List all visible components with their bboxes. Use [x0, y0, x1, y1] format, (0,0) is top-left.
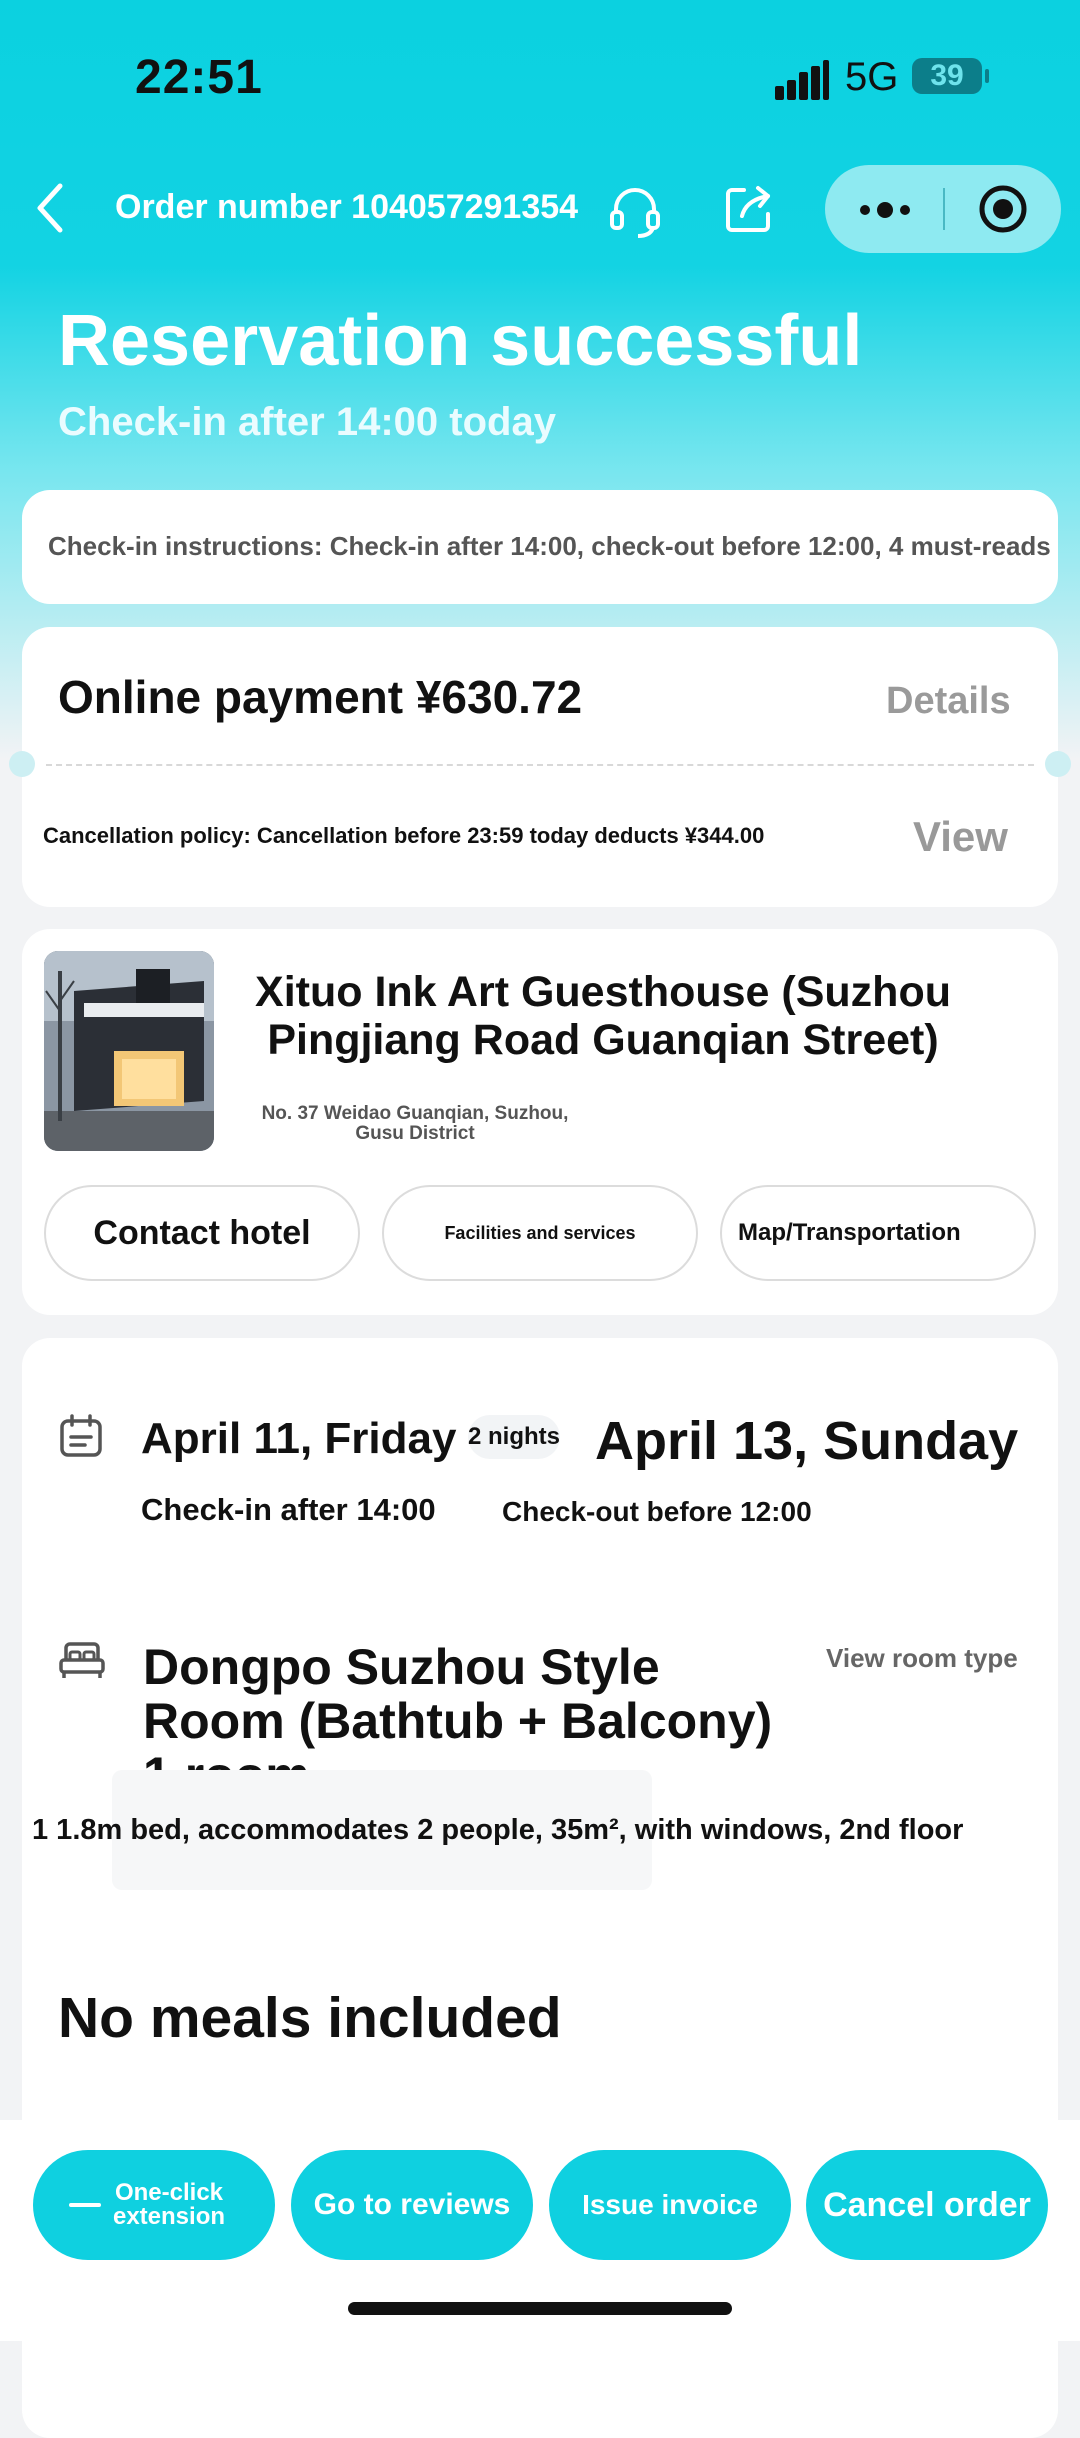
cancel-order-button[interactable]: Cancel order [806, 2150, 1048, 2260]
signal-icon [775, 60, 829, 100]
capsule-divider [943, 188, 945, 230]
hotel-name[interactable]: Xituo Ink Art Guesthouse (Suzhou Pingjia… [238, 968, 968, 1064]
checkin-time: Check-in after 14:00 [141, 1492, 436, 1527]
go-to-reviews-button[interactable]: Go to reviews [291, 2150, 533, 2260]
checkin-instructions-text: Check-in instructions: Check-in after 14… [48, 531, 1051, 561]
card-notch-left [9, 751, 35, 777]
payment-card [22, 627, 1058, 907]
checkout-date: April 13, Sunday [595, 1411, 1019, 1471]
dash-icon [69, 2203, 101, 2207]
battery-icon: 39 [912, 58, 989, 94]
bed-icon [58, 1640, 106, 1680]
cancellation-view-link[interactable]: View [913, 813, 1008, 861]
payment-amount: Online payment ¥630.72 [58, 671, 583, 723]
status-time: 22:51 [135, 51, 263, 104]
order-number: Order number 104057291354 [115, 188, 579, 226]
cancellation-policy: Cancellation policy: Cancellation before… [43, 823, 765, 848]
hotel-address: No. 37 Weidao Guanqian, Suzhou, Gusu Dis… [261, 1103, 569, 1144]
more-dots-icon[interactable] [855, 190, 915, 230]
page-subtitle: Check-in after 14:00 today [58, 400, 556, 444]
divider [46, 764, 1034, 766]
payment-details-link[interactable]: Details [886, 680, 1011, 723]
home-indicator[interactable] [348, 2302, 732, 2315]
map-transportation-button[interactable]: Map/Transportation [720, 1185, 1036, 1281]
headset-icon[interactable] [606, 182, 664, 240]
view-room-type-link[interactable]: View room type [826, 1643, 1018, 1674]
calendar-icon [58, 1413, 104, 1459]
network-type: 5G [845, 55, 899, 99]
meals-info: No meals included [58, 1986, 562, 2050]
issue-invoice-button[interactable]: Issue invoice [549, 2150, 791, 2260]
page-title: Reservation successful [58, 301, 863, 381]
one-click-extension-button[interactable]: One-click extension [33, 2150, 275, 2260]
nights-badge: 2 nights [468, 1415, 560, 1459]
checkout-time: Check-out before 12:00 [502, 1496, 812, 1527]
back-icon[interactable] [30, 180, 74, 236]
share-icon[interactable] [720, 180, 778, 238]
room-info: 1 1.8m bed, accommodates 2 people, 35m²,… [32, 1814, 964, 1846]
checkin-date: April 11, Friday [141, 1414, 457, 1463]
card-notch-right [1045, 751, 1071, 777]
target-icon[interactable] [978, 184, 1028, 234]
contact-hotel-button[interactable]: Contact hotel [44, 1185, 360, 1281]
facilities-button[interactable]: Facilities and services [382, 1185, 698, 1281]
hotel-photo[interactable] [44, 951, 214, 1151]
